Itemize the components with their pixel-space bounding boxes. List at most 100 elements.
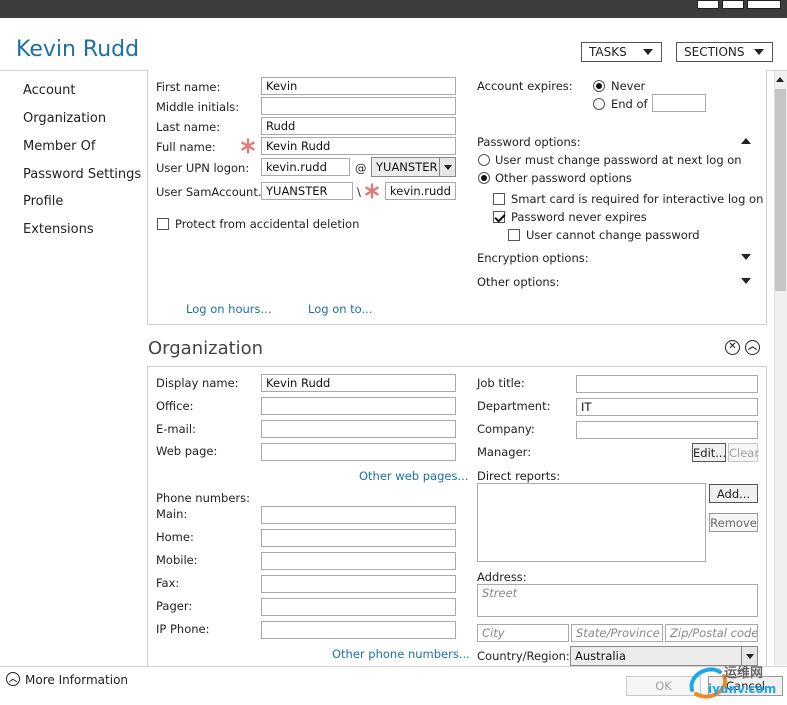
nav-item-member-of[interactable]: Member Of	[23, 139, 95, 154]
cannot-change-password-label: User cannot change password	[526, 228, 700, 242]
password-options-label: Password options:	[477, 135, 581, 149]
expand-other-options-icon[interactable]	[741, 278, 751, 284]
expand-encryption-options-icon[interactable]	[741, 254, 751, 260]
remove-direct-report-button[interactable]: Remove	[709, 513, 758, 532]
other-phone-numbers-link[interactable]: Other phone numbers...	[332, 647, 470, 661]
add-direct-report-button[interactable]: Add...	[709, 484, 758, 503]
nav-item-organization[interactable]: Organization	[23, 111, 106, 126]
watermark-subtext: iyunv.com	[708, 682, 777, 696]
main-phone-input[interactable]	[261, 506, 456, 524]
other-password-options-label: Other password options	[495, 171, 632, 185]
office-input[interactable]	[261, 397, 456, 415]
scroll-up-icon[interactable]	[776, 77, 784, 82]
other-options-label: Other options:	[477, 275, 560, 289]
street-input[interactable]: Street	[477, 584, 758, 617]
nav-item-extensions[interactable]: Extensions	[23, 222, 94, 237]
address-label: Address:	[477, 570, 527, 584]
manager-edit-button[interactable]: Edit...	[692, 443, 726, 462]
department-input[interactable]: IT	[576, 398, 758, 416]
password-never-expires-label: Password never expires	[511, 210, 647, 224]
sections-dropdown[interactable]: SECTIONS	[676, 42, 773, 62]
direct-reports-label: Direct reports:	[477, 469, 561, 483]
direct-reports-list[interactable]	[477, 483, 706, 562]
sam-account-input[interactable]: kevin.rudd	[385, 182, 456, 200]
sam-domain-input[interactable]: YUANSTER	[261, 182, 353, 200]
smart-card-checkbox[interactable]	[493, 193, 505, 205]
city-placeholder: City	[482, 626, 505, 640]
other-web-pages-link[interactable]: Other web pages...	[359, 469, 468, 483]
chevron-down-icon	[754, 49, 764, 55]
display-name-label: Display name:	[156, 376, 239, 390]
close-section-icon[interactable]: ✕	[725, 340, 740, 355]
must-change-password-radio[interactable]	[478, 154, 490, 166]
required-asterisk-icon	[365, 183, 379, 199]
watermark-text: 运维网	[724, 666, 764, 681]
display-name-input[interactable]: Kevin Rudd	[261, 374, 456, 392]
email-input[interactable]	[261, 420, 456, 438]
tasks-label: TASKS	[589, 45, 627, 59]
zip-input[interactable]: Zip/Postal code	[665, 624, 758, 642]
nav-item-profile[interactable]: Profile	[23, 194, 63, 209]
full-name-input[interactable]: Kevin Rudd	[261, 137, 456, 155]
web-page-input[interactable]	[261, 443, 456, 461]
collapse-section-icon[interactable]: ︿	[745, 340, 760, 355]
state-input[interactable]: State/Province	[571, 624, 663, 642]
upn-domain-select[interactable]: YUANSTER	[371, 157, 456, 177]
log-on-hours-link[interactable]: Log on hours...	[186, 302, 271, 316]
city-input[interactable]: City	[477, 624, 569, 642]
other-password-options-radio[interactable]	[478, 172, 490, 184]
upn-logon-input[interactable]: kevin.rudd	[261, 158, 350, 176]
password-never-expires-checkbox[interactable]	[493, 211, 505, 223]
nav-item-password-settings[interactable]: Password Settings	[23, 167, 141, 182]
expires-never-label: Never	[611, 79, 646, 93]
home-phone-input[interactable]	[261, 529, 456, 547]
fax-input[interactable]	[261, 575, 456, 593]
page-title: Kevin Rudd	[16, 37, 140, 62]
job-title-input[interactable]	[576, 375, 758, 393]
scrollbar-thumb[interactable]	[775, 89, 786, 291]
phone-numbers-label: Phone numbers:	[156, 491, 251, 505]
last-name-input[interactable]: Rudd	[261, 117, 456, 135]
office-label: Office:	[156, 399, 194, 413]
middle-initials-label: Middle initials:	[156, 100, 240, 114]
state-placeholder: State/Province	[576, 626, 660, 640]
chevron-down-icon	[439, 158, 455, 176]
mobile-phone-label: Mobile:	[156, 553, 198, 567]
zip-placeholder: Zip/Postal code	[670, 626, 758, 640]
expires-date-input[interactable]	[652, 94, 706, 112]
expires-end-of-radio[interactable]	[593, 98, 605, 110]
last-name-label: Last name:	[156, 120, 221, 134]
manager-clear-button[interactable]: Clear	[728, 443, 759, 462]
more-info-toggle-icon[interactable]: ︿	[6, 672, 20, 686]
middle-initials-input[interactable]	[261, 97, 456, 115]
minimize-button[interactable]	[697, 0, 719, 9]
cannot-change-password-checkbox[interactable]	[508, 229, 520, 241]
log-on-to-link[interactable]: Log on to...	[308, 302, 373, 316]
full-name-label: Full name:	[156, 140, 216, 154]
more-information-link[interactable]: More Information	[25, 673, 128, 687]
upn-domain-value: YUANSTER	[376, 160, 438, 174]
chevron-down-icon	[643, 49, 653, 55]
pager-input[interactable]	[261, 598, 456, 616]
mobile-phone-input[interactable]	[261, 552, 456, 570]
collapse-password-options-icon[interactable]	[741, 138, 751, 144]
smart-card-label: Smart card is required for interactive l…	[511, 192, 764, 206]
close-window-button[interactable]	[747, 0, 781, 9]
country-value: Australia	[575, 649, 626, 663]
expires-never-radio[interactable]	[593, 80, 605, 92]
ip-phone-input[interactable]	[261, 621, 456, 639]
company-input[interactable]	[576, 421, 758, 439]
nav-item-account[interactable]: Account	[23, 83, 76, 98]
country-label: Country/Region:	[477, 649, 570, 663]
protect-deletion-checkbox[interactable]	[157, 218, 169, 230]
department-label: Department:	[477, 399, 551, 413]
upn-logon-label: User UPN logon:	[156, 161, 250, 175]
job-title-label: Job title:	[477, 376, 525, 390]
required-asterisk-icon	[241, 138, 255, 154]
maximize-button[interactable]	[722, 0, 744, 9]
home-phone-label: Home:	[156, 530, 194, 544]
at-sign: @	[355, 161, 367, 175]
sections-label: SECTIONS	[684, 45, 745, 59]
tasks-dropdown[interactable]: TASKS	[581, 42, 662, 62]
first-name-input[interactable]: Kevin	[261, 77, 456, 95]
